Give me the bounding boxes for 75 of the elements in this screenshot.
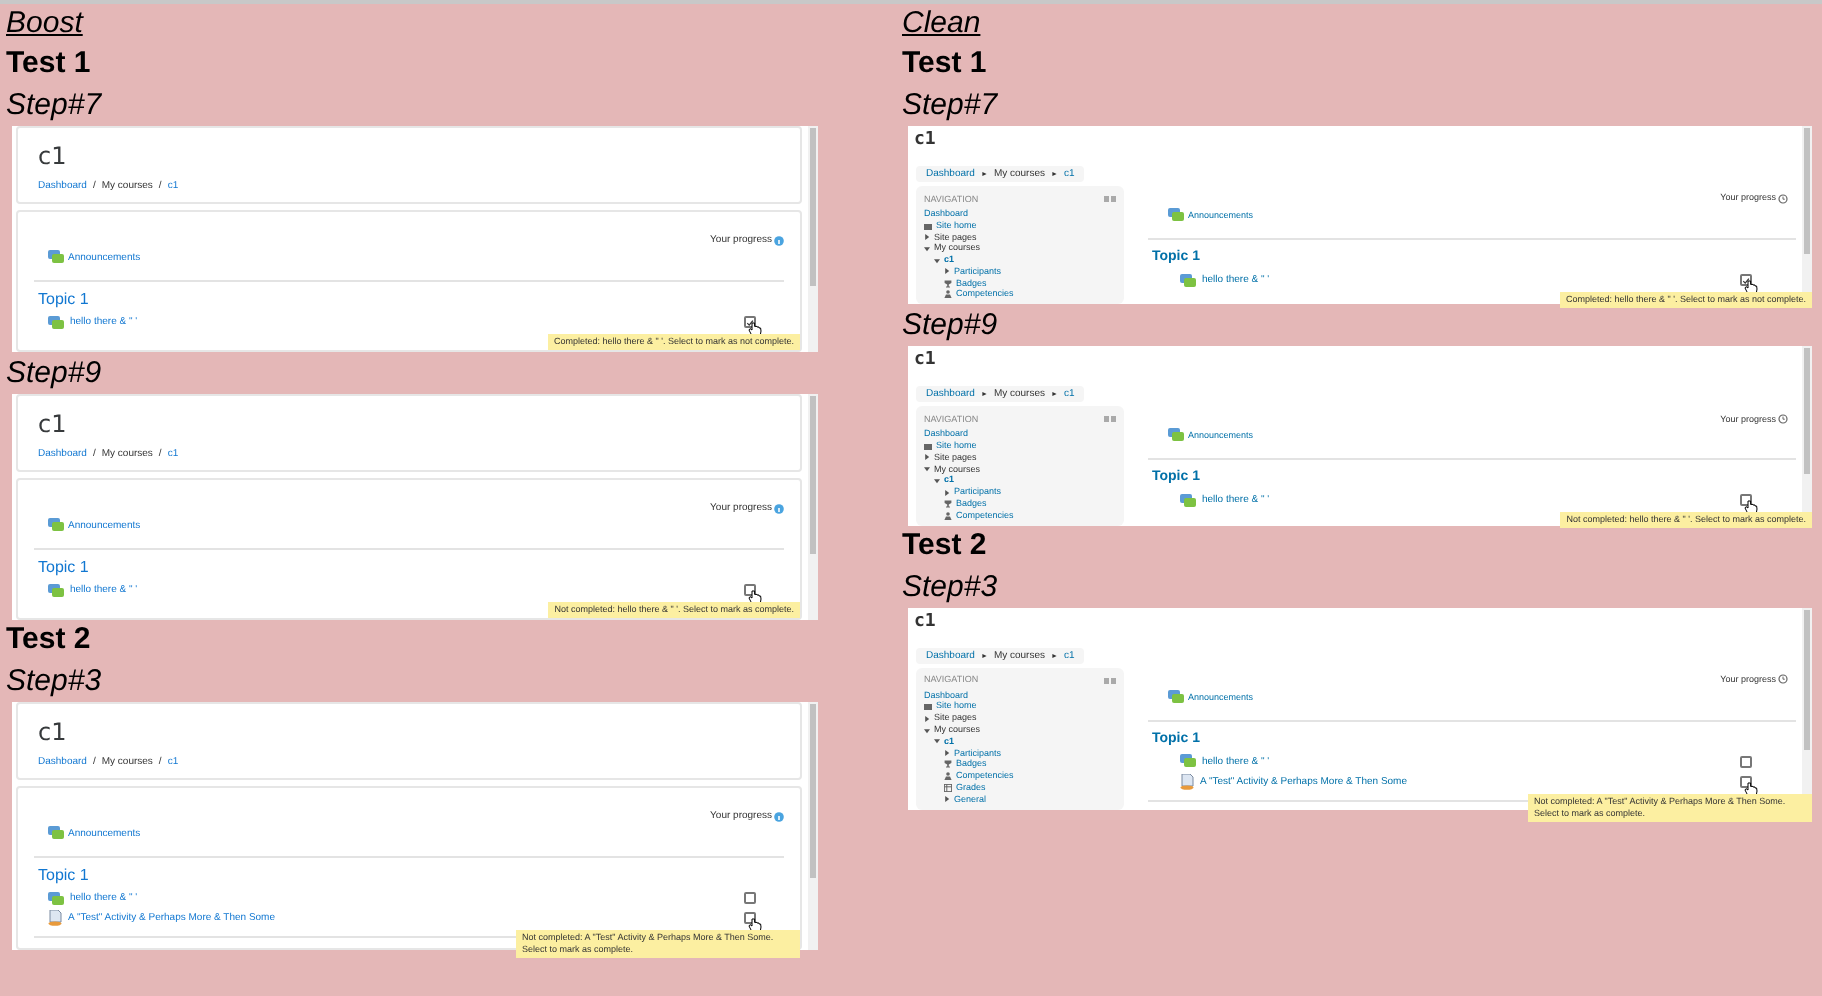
step-heading: Step#9 — [902, 306, 998, 347]
forum-icon — [1180, 754, 1196, 769]
people-icon — [944, 772, 952, 781]
course-title: c1 — [912, 130, 938, 150]
test-heading: Test 1 — [902, 44, 987, 84]
tree-caret-icon[interactable] — [924, 715, 930, 722]
topic-heading: Topic 1 — [36, 288, 91, 312]
tree-caret-icon[interactable] — [924, 454, 930, 461]
test-heading: Test 2 — [6, 620, 91, 660]
topic-heading: Topic 1 — [36, 556, 91, 580]
forum-icon — [1180, 273, 1196, 287]
step-heading: Step#7 — [902, 86, 998, 126]
course-title: c1 — [38, 142, 69, 170]
tree-caret-icon[interactable] — [924, 466, 930, 473]
step-heading: Step#7 — [6, 86, 102, 126]
trophy-icon — [944, 500, 952, 509]
people-icon — [944, 511, 952, 520]
forum-icon — [1180, 493, 1196, 508]
forum-icon — [1168, 689, 1184, 704]
column-heading: Boost — [6, 4, 83, 44]
course-title: c1 — [912, 611, 938, 632]
tree-caret-icon[interactable] — [944, 268, 950, 275]
forum-icon — [48, 826, 64, 840]
forum-icon — [48, 250, 64, 264]
tree-caret-icon[interactable] — [924, 245, 930, 252]
forum-icon — [48, 315, 64, 329]
tree-caret-icon[interactable] — [934, 738, 940, 745]
forum-icon — [48, 518, 64, 532]
tree-caret-icon[interactable] — [934, 257, 940, 264]
people-icon — [944, 290, 952, 299]
completion-checkbox[interactable] — [744, 912, 756, 924]
course-title: c1 — [38, 718, 69, 746]
home-icon — [924, 442, 932, 451]
page-icon — [1180, 773, 1194, 790]
tree-caret-icon[interactable] — [924, 727, 930, 734]
test-heading: Test 2 — [902, 525, 987, 566]
home-icon — [924, 702, 932, 711]
scrollbar[interactable] — [808, 702, 818, 950]
course-title: c1 — [912, 350, 938, 371]
help-icon[interactable] — [774, 235, 784, 245]
completion-checkbox[interactable] — [744, 892, 756, 904]
home-icon — [924, 221, 932, 230]
completion-checkbox[interactable] — [1740, 494, 1752, 507]
forum-icon — [1168, 208, 1184, 222]
completion-checkbox[interactable] — [1740, 775, 1752, 788]
column-heading: Clean — [902, 4, 981, 44]
tree-caret-icon[interactable] — [924, 233, 930, 240]
completion-checkbox[interactable] — [1740, 274, 1752, 286]
forum-icon — [48, 891, 64, 905]
table-icon — [944, 784, 952, 793]
page-icon — [48, 910, 62, 926]
completion-checkbox[interactable] — [744, 316, 756, 328]
tree-caret-icon[interactable] — [944, 796, 950, 803]
tree-caret-icon[interactable] — [944, 489, 950, 496]
help-icon[interactable] — [774, 503, 784, 513]
help-icon[interactable] — [1778, 413, 1788, 424]
completion-checkbox[interactable] — [1740, 755, 1752, 768]
course-title: c1 — [38, 410, 69, 438]
step-heading: Step#3 — [6, 662, 102, 702]
step-heading: Step#3 — [902, 567, 998, 608]
help-icon[interactable] — [1778, 193, 1788, 203]
tree-caret-icon[interactable] — [934, 477, 940, 484]
scrollbar[interactable] — [808, 126, 818, 352]
help-icon[interactable] — [1778, 674, 1788, 685]
trophy-icon — [944, 279, 952, 288]
scrollbar[interactable] — [808, 394, 818, 620]
test-heading: Test 1 — [6, 44, 91, 84]
help-icon[interactable] — [774, 811, 784, 821]
forum-icon — [48, 583, 64, 597]
trophy-icon — [944, 760, 952, 769]
completion-checkbox[interactable] — [744, 584, 756, 596]
step-heading: Step#9 — [6, 354, 102, 394]
forum-icon — [1168, 428, 1184, 443]
topic-heading: Topic 1 — [36, 864, 91, 888]
tree-caret-icon[interactable] — [944, 750, 950, 757]
